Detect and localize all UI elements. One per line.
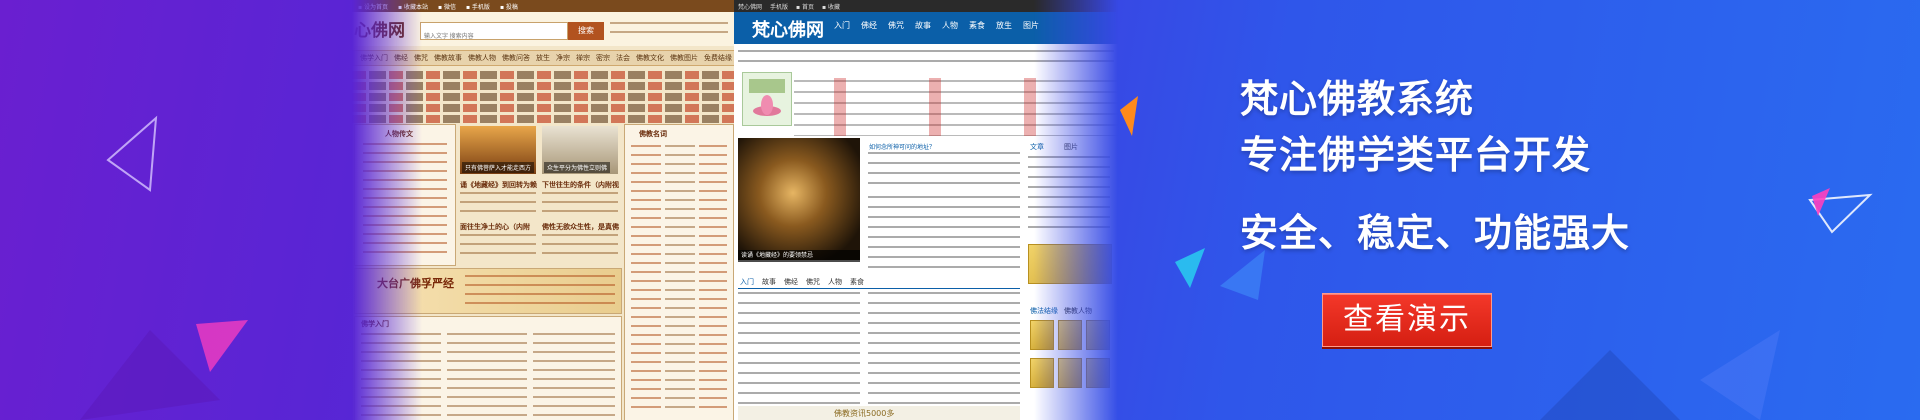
article-list bbox=[738, 292, 860, 404]
lotus-icon bbox=[749, 79, 785, 116]
top-bar: ▪ 设为首页 ▪ 收藏本站 ▪ 微信 ▪ 手机版 ▪ 投稿 bbox=[352, 0, 734, 12]
website-screenshot-right: 梵心佛网 手机版 ▪ 首页 ▪ 收藏 梵心佛网 入门 佛经 佛咒 故事 人物 素食 放… bbox=[734, 0, 1118, 420]
section-title: 佛教名词 bbox=[639, 130, 667, 138]
tab[interactable]: 佛经 bbox=[784, 277, 798, 287]
category-grid-highlights bbox=[794, 78, 1118, 136]
article-list bbox=[868, 292, 1020, 404]
book-thumb[interactable] bbox=[1058, 320, 1082, 350]
cyan-shard bbox=[1175, 248, 1205, 288]
headline-tagline: 专注佛学类平台开发 bbox=[1240, 133, 1592, 177]
book-thumb[interactable] bbox=[1030, 358, 1054, 388]
website-screenshot-left: ▪ 设为首页▪ 收藏本站▪ 微信▪ 手机版▪ 投稿 心佛网 搜索 佛学入门 佛经… bbox=[352, 0, 734, 420]
nav-item[interactable]: 人物 bbox=[942, 20, 958, 31]
book-thumb[interactable] bbox=[1086, 320, 1110, 350]
photo-caption: 读诵《地藏经》的要领禁忌 bbox=[738, 250, 860, 262]
tab[interactable]: 文章 bbox=[1030, 142, 1044, 152]
dark-triangle-right bbox=[1540, 350, 1680, 420]
nav-item[interactable]: 佛咒 bbox=[414, 53, 428, 63]
nav-item[interactable]: 禅宗 bbox=[576, 53, 590, 63]
featured-photo[interactable] bbox=[738, 138, 860, 260]
book-thumb[interactable] bbox=[1030, 320, 1054, 350]
book-thumb[interactable] bbox=[1086, 358, 1110, 388]
footer-text: 佛教资讯5000多 bbox=[834, 409, 895, 418]
orange-shard bbox=[1120, 96, 1138, 136]
tab-bar: 入门 故事 佛经 佛咒 人物 素食 bbox=[738, 276, 1020, 289]
tab[interactable]: 佛法结缘 bbox=[1030, 306, 1058, 316]
news-list bbox=[868, 196, 1020, 274]
nav-item[interactable]: 密宗 bbox=[596, 53, 610, 63]
intro-box: 佛学入门 bbox=[354, 316, 622, 420]
light-triangle-right bbox=[1700, 330, 1780, 420]
tab[interactable]: 图片 bbox=[1064, 142, 1078, 152]
search-input[interactable] bbox=[421, 29, 527, 45]
sidebar-image[interactable] bbox=[1028, 244, 1112, 284]
filled-triangle-left bbox=[196, 320, 248, 372]
nav-item[interactable]: 佛经 bbox=[861, 20, 877, 31]
nav-item[interactable]: 免费结缘 bbox=[704, 53, 732, 63]
section-title: 人物传文 bbox=[385, 130, 413, 138]
lotus-logo-image bbox=[742, 72, 792, 126]
headline-product-name: 梵心佛教系统 bbox=[1240, 77, 1475, 121]
glossary-box: 佛教名词 bbox=[624, 124, 734, 420]
site-logo: 心佛网 bbox=[354, 21, 405, 41]
tab[interactable]: 佛咒 bbox=[806, 277, 820, 287]
sub-nav bbox=[734, 46, 1118, 72]
nav-item[interactable]: 故事 bbox=[915, 20, 931, 31]
headline-link[interactable]: 如何念所神可问的地址？ bbox=[869, 142, 935, 151]
site-logo: 梵心佛网 bbox=[752, 20, 824, 41]
triangle-shadow-left bbox=[80, 330, 220, 420]
tab[interactable]: 故事 bbox=[762, 277, 776, 287]
sutra-banner[interactable]: 大台广佛孚严经 bbox=[354, 268, 622, 314]
nav-item[interactable]: 佛教图片 bbox=[670, 53, 698, 63]
nav-item[interactable]: 入门 bbox=[834, 20, 850, 31]
news-list bbox=[868, 152, 1020, 188]
headline[interactable]: 佛性无欲众生性，是真佛 bbox=[542, 222, 619, 232]
nav-item[interactable]: 素食 bbox=[969, 20, 985, 31]
image-caption: 只有佛菩萨入才能走西方 bbox=[462, 162, 535, 173]
search-button[interactable]: 搜索 bbox=[568, 22, 604, 40]
headline[interactable]: 面往生净土的心（内附 bbox=[460, 222, 530, 232]
nav-item[interactable]: 图片 bbox=[1023, 20, 1039, 31]
nav-item[interactable]: 放生 bbox=[996, 20, 1012, 31]
blue-shard bbox=[1220, 250, 1265, 300]
nav-item[interactable]: 佛咒 bbox=[888, 20, 904, 31]
tab[interactable]: 入门 bbox=[740, 277, 754, 287]
nav-item[interactable]: 净宗 bbox=[556, 53, 570, 63]
nav-item[interactable]: 佛经 bbox=[394, 53, 408, 63]
category-links bbox=[352, 68, 734, 123]
sidebar: 文章 图片 佛法结缘 佛教人物 bbox=[1024, 140, 1114, 420]
nav-item[interactable]: 佛教人物 bbox=[468, 53, 496, 63]
people-box: 人物传文 bbox=[354, 124, 456, 266]
nav-item[interactable]: 佛教问答 bbox=[502, 53, 530, 63]
image-caption: 众生平分为佛性立则佛 bbox=[544, 162, 611, 173]
footer-strip: 佛教资讯5000多 bbox=[738, 406, 1020, 420]
main-nav: 入门 佛经 佛咒 故事 人物 素食 放生 图片 bbox=[834, 20, 1039, 31]
pink-triangle-right bbox=[1812, 188, 1830, 216]
headline[interactable]: 诵《地藏经》到回转为赖 bbox=[460, 180, 537, 190]
section-title: 佛学入门 bbox=[361, 320, 389, 328]
outline-triangle-left bbox=[106, 115, 158, 192]
headline[interactable]: 下世往生的条件（内附视 bbox=[542, 180, 619, 190]
view-demo-button[interactable]: 查看演示 bbox=[1322, 293, 1492, 347]
tab[interactable]: 素食 bbox=[850, 277, 864, 287]
tab[interactable]: 佛教人物 bbox=[1064, 306, 1092, 316]
nav-item[interactable]: 佛教故事 bbox=[434, 53, 462, 63]
promo-banner: ▪ 设为首页▪ 收藏本站▪ 微信▪ 手机版▪ 投稿 心佛网 搜索 佛学入门 佛经… bbox=[0, 0, 1920, 420]
main-nav: 佛学入门 佛经 佛咒 佛教故事 佛教人物 佛教问答 放生 净宗 禅宗 密宗 法会… bbox=[352, 50, 734, 66]
headline-features: 安全、稳定、功能强大 bbox=[1240, 211, 1631, 255]
banner-title: 大台广佛孚严经 bbox=[377, 277, 454, 290]
nav-item[interactable]: 佛教文化 bbox=[636, 53, 664, 63]
book-thumb[interactable] bbox=[1058, 358, 1082, 388]
nav-item[interactable]: 法会 bbox=[616, 53, 630, 63]
search-box bbox=[420, 22, 568, 45]
nav-item[interactable]: 佛学入门 bbox=[360, 53, 388, 63]
top-bar: 梵心佛网 手机版 ▪ 首页 ▪ 收藏 bbox=[734, 0, 1118, 12]
tab[interactable]: 人物 bbox=[828, 277, 842, 287]
nav-item[interactable]: 放生 bbox=[536, 53, 550, 63]
